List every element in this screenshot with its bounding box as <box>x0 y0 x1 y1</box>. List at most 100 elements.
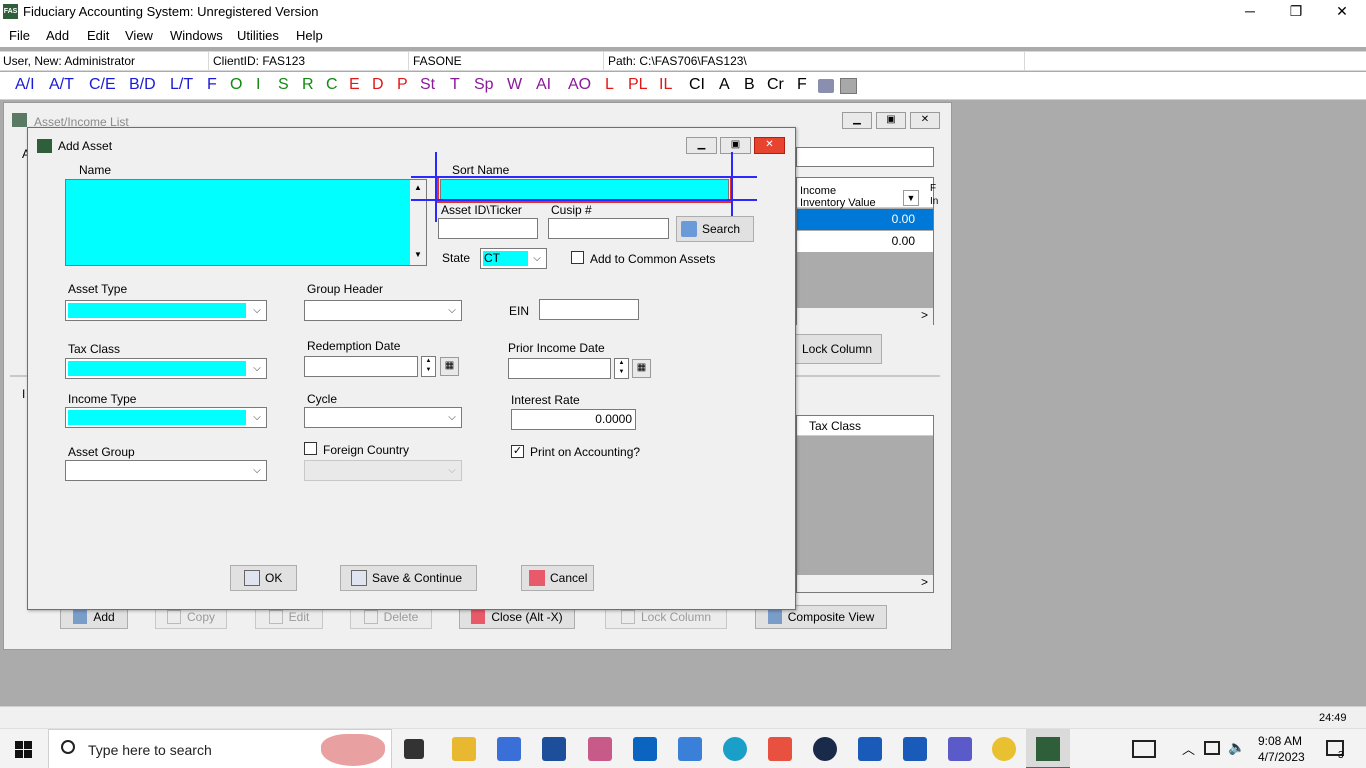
print-on-accounting-checkbox[interactable]: ✓ <box>511 445 524 458</box>
scroll-up-icon[interactable]: ▲ <box>410 183 426 192</box>
toolbar-st[interactable]: St <box>420 76 435 94</box>
save-continue-button[interactable]: Save & Continue <box>340 565 477 591</box>
menu-windows[interactable]: Windows <box>170 28 223 43</box>
toolbar-ai2[interactable]: AI <box>536 76 551 94</box>
remote-desktop-icon[interactable] <box>542 737 566 761</box>
outlook-icon[interactable] <box>633 737 657 761</box>
toolbar-o[interactable]: O <box>230 76 242 94</box>
tax-class-select[interactable]: ⌵ <box>65 358 267 379</box>
toolbar-t[interactable]: T <box>450 76 460 94</box>
name-scrollbar[interactable]: ▲ ▼ <box>410 180 426 265</box>
restore-button[interactable]: ❐ <box>1273 0 1319 23</box>
table-row[interactable]: 0.00 <box>797 231 933 252</box>
bg-minimize-button[interactable]: ▁ <box>842 112 872 129</box>
lock-column-upper-button[interactable]: Lock Column <box>792 334 882 364</box>
toolbar-pl[interactable]: PL <box>628 76 648 94</box>
toolbar-b[interactable]: B <box>744 76 755 94</box>
clock-date[interactable]: 4/7/2023 <box>1258 750 1305 764</box>
windows-start-icon[interactable] <box>15 741 32 758</box>
menu-file[interactable]: File <box>9 28 30 43</box>
chrome-icon[interactable] <box>992 737 1016 761</box>
calculator-icon[interactable] <box>840 78 857 94</box>
toolbar-p[interactable]: P <box>397 76 408 94</box>
toolbar-d[interactable]: D <box>372 76 384 94</box>
redemption-date-input[interactable] <box>304 356 418 377</box>
menu-view[interactable]: View <box>125 28 153 43</box>
cycle-select[interactable]: ⌵ <box>304 407 462 428</box>
network-app-icon[interactable] <box>678 737 702 761</box>
calendar-icon[interactable]: ▦ <box>632 359 651 378</box>
horizontal-scrollbar-lower[interactable]: > <box>797 575 933 592</box>
toolbar-r[interactable]: R <box>302 76 314 94</box>
eclipse-icon[interactable] <box>813 737 837 761</box>
ein-input[interactable] <box>539 299 639 320</box>
ticker-input[interactable] <box>438 218 538 239</box>
state-select[interactable]: CT ⌵ <box>480 248 547 269</box>
microsoft-store-icon[interactable] <box>497 737 521 761</box>
toolbar-i[interactable]: I <box>256 76 260 94</box>
chevron-up-icon[interactable]: ︿ <box>1182 739 1195 758</box>
asset-group-select[interactable]: ⌵ <box>65 460 267 481</box>
toolbar-f[interactable]: F <box>207 76 217 94</box>
toolbar-ci[interactable]: CI <box>689 76 705 94</box>
network-icon[interactable] <box>1204 741 1220 755</box>
file-explorer-icon[interactable] <box>452 737 476 761</box>
menu-utilities[interactable]: Utilities <box>237 28 279 43</box>
toolbar-at[interactable]: A/T <box>49 76 74 94</box>
add-common-assets-checkbox[interactable] <box>571 251 584 264</box>
printer-icon[interactable] <box>818 79 834 93</box>
toolbar-sp[interactable]: Sp <box>474 76 494 94</box>
foreign-country-select[interactable]: ⌵ <box>304 460 462 481</box>
redemption-date-spinner[interactable]: ▲ ▼ <box>421 356 436 377</box>
asset-type-select[interactable]: ⌵ <box>65 300 267 321</box>
cancel-button[interactable]: Cancel <box>521 565 594 591</box>
paint-icon[interactable] <box>588 737 612 761</box>
toolbar-bd[interactable]: B/D <box>129 76 156 94</box>
search-button[interactable]: Search <box>676 216 754 242</box>
dialog-restore-button[interactable]: ▣ <box>720 137 751 154</box>
teams-icon[interactable] <box>948 737 972 761</box>
bg-close-button[interactable]: ✕ <box>910 112 940 129</box>
prior-income-date-input[interactable] <box>508 358 611 379</box>
filter-input[interactable] <box>796 147 934 167</box>
name-textarea[interactable]: ▲ ▼ <box>65 179 427 266</box>
income-type-select[interactable]: ⌵ <box>65 407 267 428</box>
app-window-2-icon[interactable] <box>903 737 927 761</box>
toolbar-f2[interactable]: F <box>797 76 807 94</box>
toolbar-w[interactable]: W <box>507 76 522 94</box>
dialog-minimize-button[interactable]: ▁ <box>686 137 717 154</box>
column-filter-dropdown[interactable]: ▼ <box>903 190 919 206</box>
toolbar-a[interactable]: A <box>719 76 730 94</box>
ok-button[interactable]: OK <box>230 565 297 591</box>
menu-help[interactable]: Help <box>296 28 323 43</box>
fas-taskbar-button[interactable] <box>1026 729 1070 768</box>
prior-income-date-spinner[interactable]: ▲ ▼ <box>614 358 629 379</box>
dialog-close-button[interactable]: ✕ <box>754 137 785 154</box>
close-button[interactable]: ✕ <box>1319 0 1365 23</box>
snipping-tool-icon[interactable] <box>768 737 792 761</box>
toolbar-s[interactable]: S <box>278 76 289 94</box>
task-view-icon[interactable] <box>404 739 424 759</box>
scroll-down-icon[interactable]: ▼ <box>410 250 426 259</box>
toolbar-ao[interactable]: AO <box>568 76 591 94</box>
toolbar-lt[interactable]: L/T <box>170 76 193 94</box>
toolbar-cr[interactable]: Cr <box>767 76 784 94</box>
volume-icon[interactable]: 🔈 <box>1228 739 1245 756</box>
menu-add[interactable]: Add <box>46 28 69 43</box>
foreign-country-checkbox[interactable] <box>304 442 317 455</box>
toolbar-ai[interactable]: A/I <box>15 76 35 94</box>
toolbar-il[interactable]: IL <box>659 76 672 94</box>
toolbar-c[interactable]: C <box>326 76 338 94</box>
keyboard-icon[interactable] <box>1132 740 1156 758</box>
bg-restore-button[interactable]: ▣ <box>876 112 906 129</box>
table-row-selected[interactable]: 0.00 <box>797 209 933 230</box>
interest-rate-input[interactable]: 0.0000 <box>511 409 636 430</box>
minimize-button[interactable]: ─ <box>1227 0 1273 23</box>
group-header-select[interactable]: ⌵ <box>304 300 462 321</box>
cusip-input[interactable] <box>548 218 669 239</box>
toolbar-l[interactable]: L <box>605 76 614 94</box>
edge-icon[interactable] <box>723 737 747 761</box>
calendar-icon[interactable]: ▦ <box>440 357 459 376</box>
sort-name-input[interactable] <box>437 176 732 203</box>
horizontal-scrollbar[interactable]: > <box>797 308 933 325</box>
